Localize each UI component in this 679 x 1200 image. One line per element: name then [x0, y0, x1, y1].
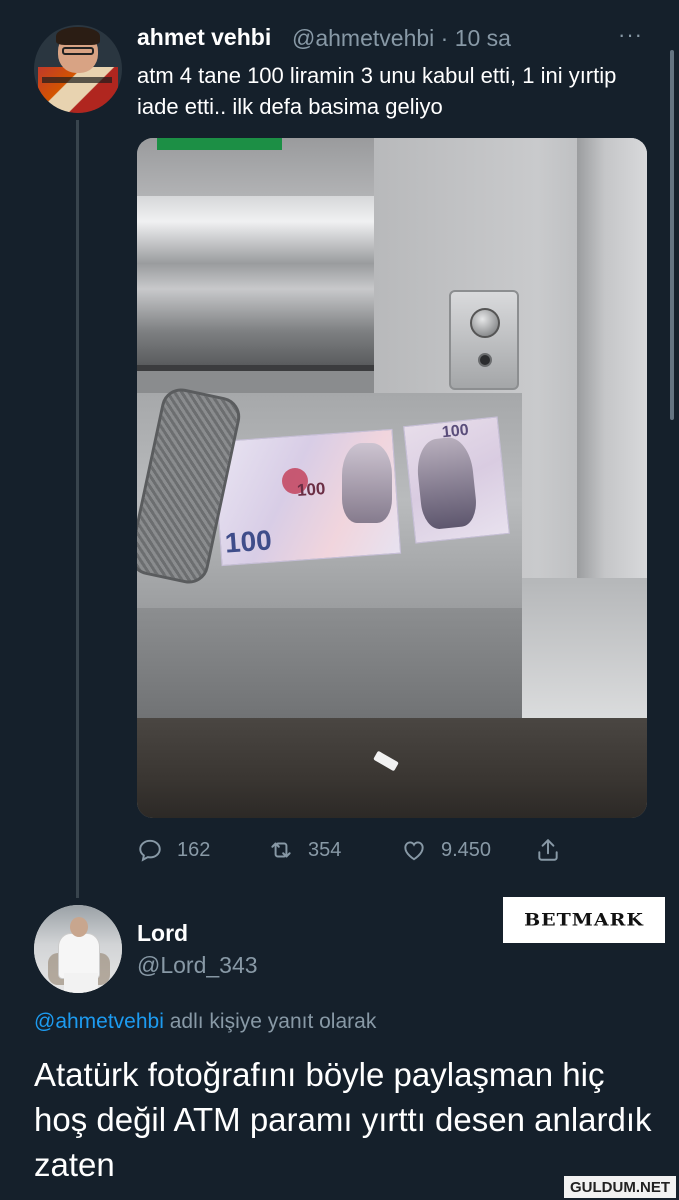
thread-line [76, 120, 79, 898]
reply-count: 162 [177, 838, 211, 861]
watermark: GULDUM.NET [564, 1176, 676, 1198]
reply-icon [139, 839, 161, 862]
reply-text: Atatürk fotoğrafını böyle paylaşman hiç … [34, 1056, 652, 1183]
banknote-value-label: 100 [296, 479, 326, 500]
author-avatar[interactable] [34, 25, 122, 113]
share-icon [538, 839, 558, 861]
reply-author-name[interactable]: Lord [137, 920, 188, 947]
replying-to-handle[interactable]: @ahmetvehbi [34, 1010, 164, 1033]
retweet-icon [271, 842, 291, 858]
heart-icon [404, 841, 424, 861]
tweet-photo[interactable]: 100 100 100 [137, 138, 647, 818]
reply-author-avatar[interactable] [34, 905, 122, 993]
banknote-corner-number: 100 [223, 524, 273, 559]
ad-banner[interactable]: BETMARK [503, 897, 665, 943]
reply-author-handle[interactable]: @Lord_343 [137, 952, 258, 979]
ad-banner-logo: BETMARK [524, 910, 644, 930]
author-handle-and-time[interactable]: @ahmetvehbi · 10 sa [292, 25, 511, 52]
scrollbar[interactable] [670, 50, 674, 420]
avatar-photo [38, 67, 118, 113]
replying-to: @ahmetvehbi adlı kişiye yanıt olarak [34, 1010, 376, 1034]
tweet-text: atm 4 tane 100 liramin 3 unu kabul etti,… [137, 63, 617, 119]
like-count: 9.450 [441, 838, 492, 861]
retweet-button[interactable]: 354 [268, 836, 341, 864]
more-options-icon[interactable]: ··· [618, 22, 643, 48]
reply-button[interactable]: 162 [137, 836, 210, 864]
tweet-timestamp[interactable]: · 10 sa [441, 25, 511, 51]
atm-button [470, 308, 500, 338]
share-button[interactable] [535, 836, 561, 864]
like-button[interactable]: 9.450 [401, 836, 491, 864]
retweet-count: 354 [308, 838, 342, 861]
replying-to-suffix: adlı kişiye yanıt olarak [163, 1010, 377, 1033]
author-handle[interactable]: @ahmetvehbi [292, 25, 434, 51]
author-name[interactable]: ahmet vehbi [137, 24, 271, 51]
atm-cash-slot [137, 196, 374, 371]
